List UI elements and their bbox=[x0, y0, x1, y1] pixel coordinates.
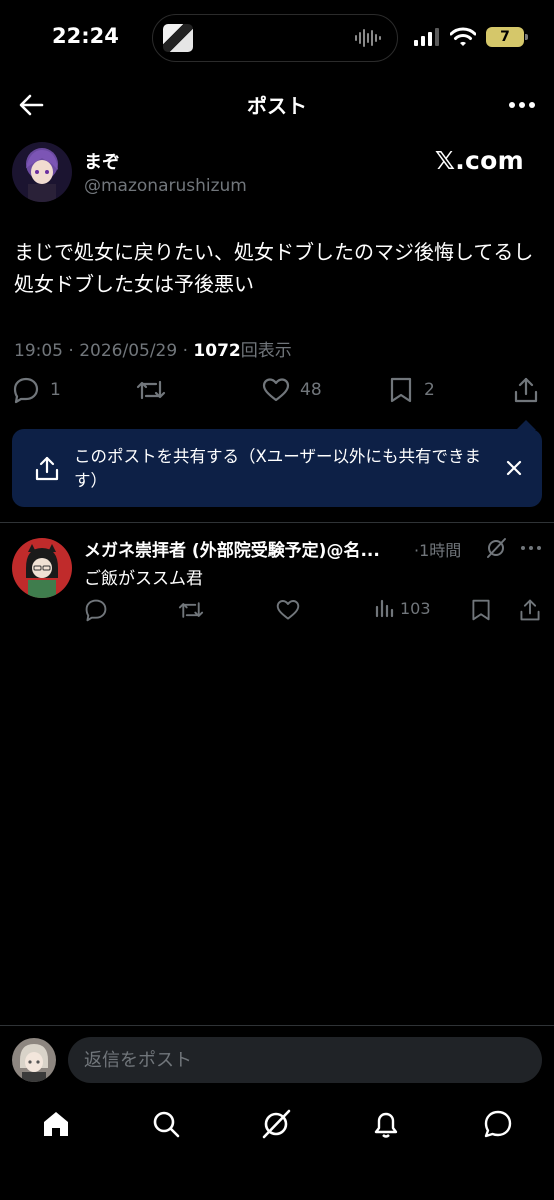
battery-indicator: 7 bbox=[486, 27, 528, 47]
reply-share-button[interactable] bbox=[518, 598, 542, 622]
reply-views-button[interactable]: 103 bbox=[374, 598, 431, 618]
post-meta: 19:05 · 2026/05/29 · 1072回表示 bbox=[14, 336, 292, 361]
audio-wave-icon bbox=[355, 29, 381, 47]
now-playing-artwork bbox=[163, 24, 193, 52]
my-avatar bbox=[12, 1038, 56, 1082]
divider bbox=[0, 522, 554, 523]
repost-icon bbox=[178, 602, 204, 618]
reply-count: 1 bbox=[50, 380, 61, 400]
reply-timestamp: ·1時間 bbox=[414, 541, 462, 560]
wifi-icon bbox=[450, 27, 476, 46]
bookmark-button[interactable]: 2 bbox=[388, 376, 435, 404]
bookmark-icon bbox=[390, 377, 412, 403]
like-count: 48 bbox=[300, 380, 322, 400]
reply-button[interactable]: 1 bbox=[12, 376, 61, 404]
more-icon[interactable] bbox=[508, 92, 536, 118]
reply-input[interactable] bbox=[68, 1037, 542, 1083]
like-icon bbox=[276, 600, 300, 620]
bookmark-icon bbox=[472, 599, 490, 621]
author-handle[interactable]: @mazonarushizum bbox=[84, 176, 247, 196]
reply-icon bbox=[13, 377, 39, 404]
share-tooltip-text: このポストを共有する（Xユーザー以外にも共有できます） bbox=[74, 447, 481, 490]
view-count-label: 回表示 bbox=[240, 341, 292, 361]
share-button[interactable] bbox=[512, 376, 540, 404]
reply-repost-button[interactable] bbox=[178, 598, 204, 622]
close-icon[interactable] bbox=[503, 457, 525, 479]
reply-reply-button[interactable] bbox=[84, 598, 108, 622]
status-icons: 7 bbox=[414, 26, 528, 48]
post-text: まじで処女に戻りたい、処女ドブしたのマジ後悔してるし処女ドブした女は予後悪い bbox=[14, 240, 534, 296]
post-timestamp: 19:05 · 2026/05/29 · bbox=[14, 341, 194, 361]
reply-actions: 103 bbox=[0, 598, 554, 626]
grok-icon[interactable] bbox=[260, 1108, 292, 1140]
search-icon[interactable] bbox=[150, 1108, 182, 1140]
repost-button[interactable] bbox=[136, 376, 166, 404]
author-name[interactable]: まぞ bbox=[84, 148, 120, 174]
like-icon bbox=[262, 378, 290, 402]
reply-text: ご飯がススム君 bbox=[84, 569, 203, 589]
reply-icon bbox=[85, 599, 107, 622]
share-icon bbox=[520, 599, 540, 621]
views-icon bbox=[375, 599, 394, 618]
grok-icon[interactable] bbox=[484, 536, 508, 560]
reply-view-count: 103 bbox=[400, 598, 431, 618]
reply-more-icon[interactable] bbox=[520, 540, 542, 556]
reply-like-button[interactable] bbox=[276, 598, 300, 622]
x-com-label: 𝕏.com bbox=[434, 146, 524, 175]
signal-icon bbox=[414, 28, 439, 46]
notifications-icon[interactable] bbox=[370, 1108, 402, 1140]
reply-bookmark-button[interactable] bbox=[470, 598, 492, 622]
like-button[interactable]: 48 bbox=[262, 376, 322, 404]
post-actions: 1 48 2 bbox=[0, 376, 554, 410]
share-icon bbox=[35, 456, 59, 481]
reply-author-avatar[interactable] bbox=[12, 538, 72, 598]
repost-icon bbox=[136, 380, 166, 400]
share-icon bbox=[514, 377, 538, 403]
status-time: 22:24 bbox=[52, 24, 119, 48]
messages-icon[interactable] bbox=[482, 1108, 514, 1140]
bookmark-count: 2 bbox=[424, 380, 435, 400]
home-icon[interactable] bbox=[40, 1108, 72, 1140]
author-avatar[interactable] bbox=[12, 142, 72, 202]
page-title: ポスト bbox=[247, 94, 307, 118]
divider bbox=[0, 1025, 554, 1026]
bottom-navigation bbox=[0, 1104, 554, 1148]
view-count: 1072 bbox=[193, 341, 241, 361]
reply-author-name[interactable]: メガネ崇拝者 (外部院受験予定)@名... bbox=[84, 536, 414, 561]
